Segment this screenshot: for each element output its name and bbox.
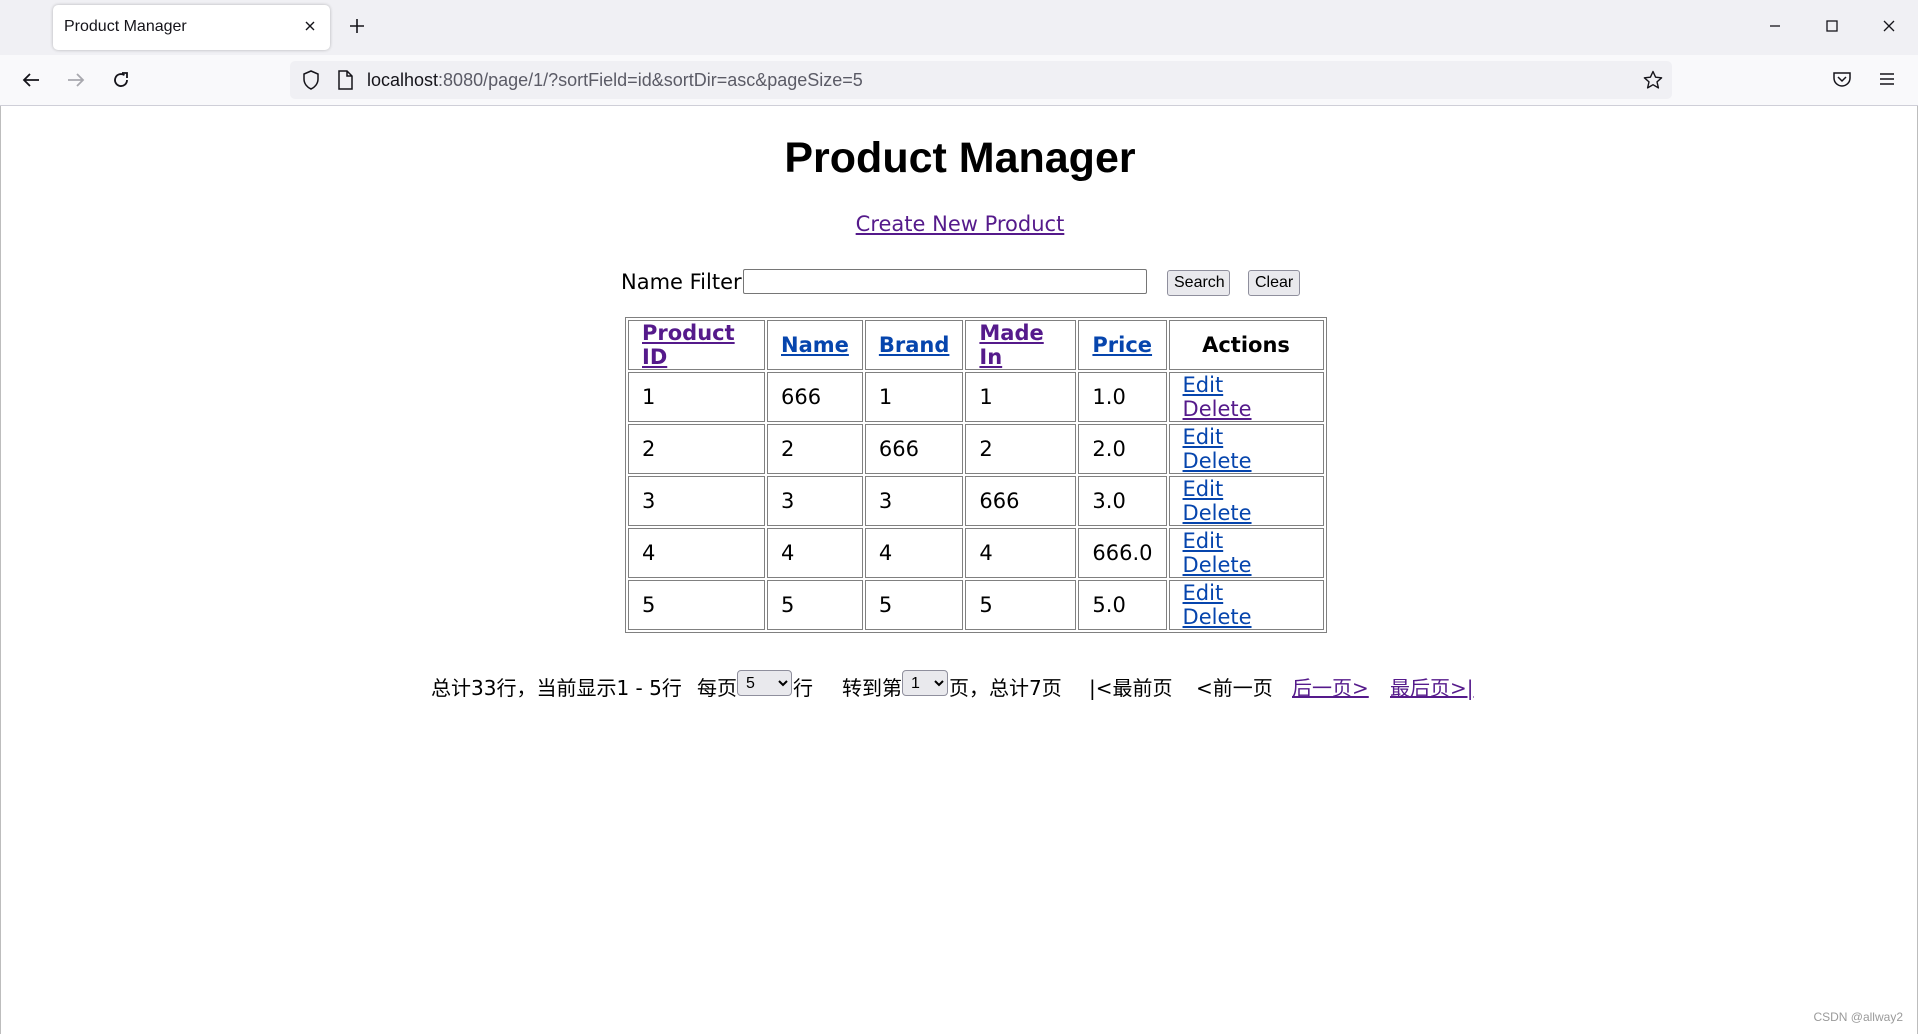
cell-name: 666 [767, 372, 863, 422]
cell-product-id: 4 [628, 528, 765, 578]
url-path: :8080/page/1/?sortField=id&sortDir=asc&p… [438, 70, 863, 90]
product-table: Product ID Name Brand Made In Price Acti… [625, 317, 1327, 633]
cell-made-in: 5 [965, 580, 1077, 630]
cell-price: 3.0 [1078, 476, 1167, 526]
browser-tab[interactable]: Product Manager [53, 5, 330, 50]
cell-name: 3 [767, 476, 863, 526]
cell-brand: 5 [864, 580, 964, 630]
cell-made-in: 666 [965, 476, 1077, 526]
edit-link[interactable]: Edit [1183, 529, 1224, 553]
cell-product-id: 2 [628, 424, 765, 474]
delete-link[interactable]: Delete [1183, 449, 1252, 473]
table-row: 4 4 4 4 666.0 EditDelete [628, 528, 1324, 578]
cell-brand: 4 [864, 528, 964, 578]
cell-made-in: 1 [965, 372, 1077, 422]
page-content: Product Manager Create New Product Name … [0, 106, 1918, 1034]
page-size-select[interactable]: 5 [737, 670, 792, 696]
header-made-in: Made In [965, 320, 1077, 370]
cell-product-id: 5 [628, 580, 765, 630]
address-bar[interactable]: localhost:8080/page/1/?sortField=id&sort… [290, 61, 1672, 99]
cell-brand: 666 [864, 424, 964, 474]
sort-made-in-link[interactable]: Made In [979, 321, 1043, 369]
per-page-suffix: 行 [793, 676, 813, 700]
cell-product-id: 3 [628, 476, 765, 526]
delete-link[interactable]: Delete [1183, 501, 1252, 525]
maximize-icon[interactable] [1822, 16, 1842, 36]
new-tab-icon[interactable] [347, 16, 367, 36]
minimize-icon[interactable] [1765, 16, 1785, 36]
first-page-label: |<最前页 [1089, 676, 1173, 700]
cell-price: 5.0 [1078, 580, 1167, 630]
tab-title: Product Manager [64, 18, 187, 35]
filter-label: Name Filter: [621, 270, 749, 294]
cell-brand: 3 [864, 476, 964, 526]
cell-actions: EditDelete [1168, 476, 1324, 526]
create-new-product-link[interactable]: Create New Product [856, 212, 1065, 236]
goto-prefix: 转到第 [842, 676, 902, 700]
url-text[interactable]: localhost:8080/page/1/?sortField=id&sort… [367, 70, 863, 91]
cell-name: 2 [767, 424, 863, 474]
navigation-toolbar: localhost:8080/page/1/?sortField=id&sort… [0, 55, 1918, 106]
cell-made-in: 2 [965, 424, 1077, 474]
page-number-select[interactable]: 1 [902, 670, 948, 696]
cell-price: 1.0 [1078, 372, 1167, 422]
cell-product-id: 1 [628, 372, 765, 422]
cell-price: 2.0 [1078, 424, 1167, 474]
tab-strip: Product Manager [0, 0, 1918, 55]
delete-link[interactable]: Delete [1183, 553, 1252, 577]
page-info-icon[interactable] [335, 69, 355, 91]
table-row: 2 2 666 2 2.0 EditDelete [628, 424, 1324, 474]
header-price: Price [1078, 320, 1167, 370]
edit-link[interactable]: Edit [1183, 425, 1224, 449]
reload-icon[interactable] [109, 68, 133, 92]
sort-name-link[interactable]: Name [781, 333, 849, 357]
tracking-shield-icon[interactable] [300, 69, 322, 91]
create-link-container: Create New Product [1, 212, 1918, 236]
cell-actions: EditDelete [1168, 424, 1324, 474]
cell-brand: 1 [864, 372, 964, 422]
page-title: Product Manager [784, 134, 1136, 182]
cell-price: 666.0 [1078, 528, 1167, 578]
table-row: 1 666 1 1 1.0 EditDelete [628, 372, 1324, 422]
sort-product-id-link[interactable]: Product ID [642, 321, 735, 369]
table-row: 3 3 3 666 3.0 EditDelete [628, 476, 1324, 526]
header-product-id: Product ID [628, 320, 765, 370]
close-window-icon[interactable] [1879, 16, 1899, 36]
cell-actions: EditDelete [1168, 528, 1324, 578]
edit-link[interactable]: Edit [1183, 581, 1224, 605]
sort-price-link[interactable]: Price [1092, 333, 1152, 357]
url-host: localhost [367, 70, 439, 90]
per-page-prefix: 每页 [697, 676, 737, 700]
row-summary: 总计33行，当前显示1 - 5行 [431, 676, 682, 700]
last-page-link[interactable]: 最后页>| [1390, 672, 1474, 701]
watermark: CSDN @allway2 [1813, 1010, 1903, 1024]
search-button[interactable]: Search [1167, 270, 1230, 296]
cell-made-in: 4 [965, 528, 1077, 578]
header-actions: Actions [1168, 320, 1324, 370]
table-row: 5 5 5 5 5.0 EditDelete [628, 580, 1324, 630]
pocket-icon[interactable] [1831, 68, 1853, 90]
cell-name: 4 [767, 528, 863, 578]
cell-actions: EditDelete [1168, 372, 1324, 422]
edit-link[interactable]: Edit [1183, 477, 1224, 501]
header-name: Name [767, 320, 863, 370]
next-page-link[interactable]: 后一页> [1292, 672, 1369, 701]
edit-link[interactable]: Edit [1183, 373, 1224, 397]
sort-brand-link[interactable]: Brand [879, 333, 950, 357]
table-header-row: Product ID Name Brand Made In Price Acti… [628, 320, 1324, 370]
delete-link[interactable]: Delete [1183, 397, 1252, 421]
name-filter-input[interactable] [743, 269, 1147, 294]
header-brand: Brand [864, 320, 964, 370]
goto-suffix: 页，总计7页 [949, 676, 1062, 700]
forward-arrow-icon[interactable] [64, 68, 88, 92]
back-arrow-icon[interactable] [19, 68, 43, 92]
cell-name: 5 [767, 580, 863, 630]
hamburger-menu-icon[interactable] [1876, 68, 1898, 90]
clear-button[interactable]: Clear [1248, 270, 1300, 296]
prev-page-label: <前一页 [1196, 676, 1273, 700]
delete-link[interactable]: Delete [1183, 605, 1252, 629]
cell-actions: EditDelete [1168, 580, 1324, 630]
close-tab-icon[interactable] [302, 18, 318, 34]
bookmark-star-icon[interactable] [1642, 69, 1664, 91]
